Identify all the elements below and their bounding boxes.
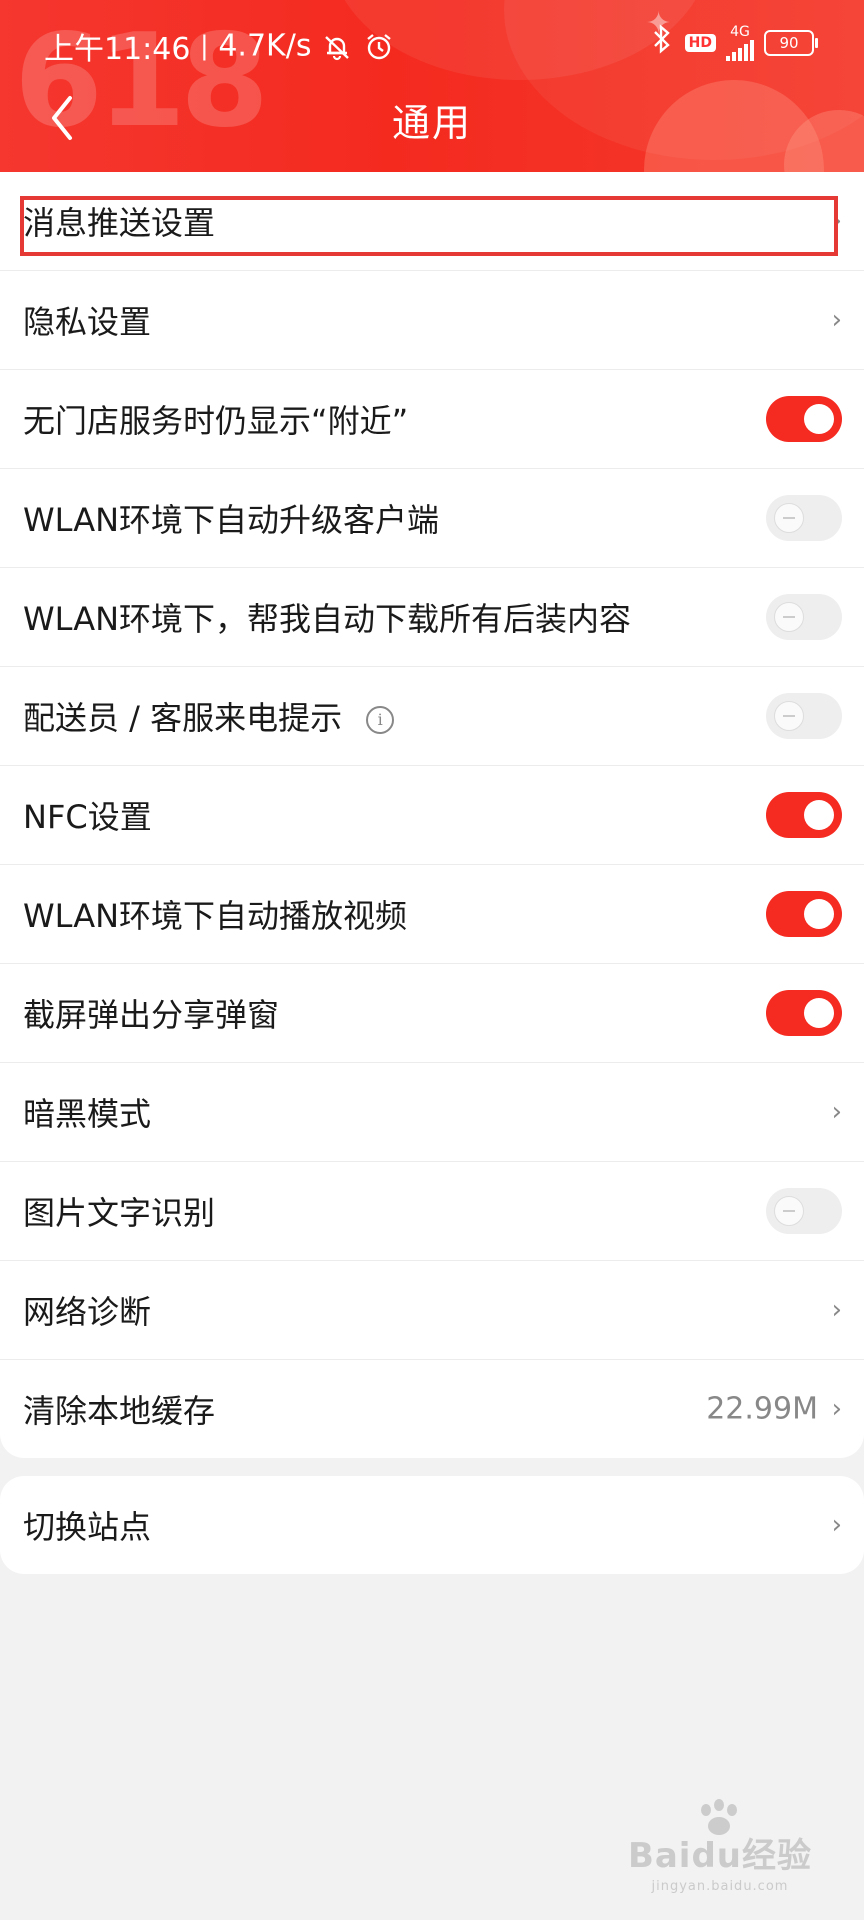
settings-row[interactable]: 无门店服务时仍显示“附近” <box>0 370 864 469</box>
row-label-text: 消息推送设置 <box>23 204 216 242</box>
toggle-switch[interactable] <box>766 693 842 739</box>
site-switch-card: 切换站点 › <box>0 1476 864 1574</box>
chevron-right-icon: › <box>831 206 842 236</box>
settings-row[interactable]: NFC设置 <box>0 766 864 865</box>
chevron-right-icon: › <box>831 1295 842 1325</box>
status-bar: 上午11:46 | 4.7K/s HD 4G 90 <box>0 18 864 67</box>
toggle-knob <box>774 701 804 731</box>
toggle-switch[interactable] <box>766 891 842 937</box>
settings-row[interactable]: WLAN环境下自动升级客户端 <box>0 469 864 568</box>
paw-icon <box>700 1799 737 1835</box>
settings-row[interactable]: 配送员 / 客服来电提示 i <box>0 667 864 766</box>
toggle-knob <box>804 800 834 830</box>
settings-row[interactable]: WLAN环境下，帮我自动下载所有后装内容 <box>0 568 864 667</box>
toggle-switch[interactable] <box>766 495 842 541</box>
settings-row[interactable]: 截屏弹出分享弹窗 <box>0 964 864 1063</box>
chevron-right-icon: › <box>831 1097 842 1127</box>
chevron-right-icon: › <box>831 1394 842 1424</box>
row-label-text: 清除本地缓存 <box>23 1392 216 1430</box>
baidu-jingyan-watermark: Baidu经验 jingyan.baidu.com <box>628 1799 812 1894</box>
settings-row[interactable]: 网络诊断 › <box>0 1261 864 1360</box>
header: ✦ 618 上午11:46 | 4.7K/s HD 4G 90 通用 <box>0 0 864 172</box>
row-label-text: 隐私设置 <box>23 303 152 341</box>
row-label: 网络诊断 <box>23 1287 151 1333</box>
toggle-knob <box>774 503 804 533</box>
row-label: 截屏弹出分享弹窗 <box>23 990 279 1036</box>
row-label-text: WLAN环境下，帮我自动下载所有后装内容 <box>23 600 632 638</box>
row-label-text: 配送员 / 客服来电提示 <box>23 699 343 737</box>
row-label-text: 截屏弹出分享弹窗 <box>23 996 280 1034</box>
settings-list: 消息推送设置 › 隐私设置 › 无门店服务时仍显示“附近” WLAN环境下自动升级客户端 W… <box>0 172 864 1458</box>
watermark-url: jingyan.baidu.com <box>651 1879 789 1894</box>
row-label-text: NFC设置 <box>23 798 152 836</box>
row-label: 切换站点 <box>23 1508 152 1546</box>
row-label: 消息推送设置 <box>23 198 215 244</box>
page-title: 通用 <box>391 101 472 145</box>
toggle-knob <box>774 1196 804 1226</box>
row-label-text: WLAN环境下自动播放视频 <box>23 897 408 935</box>
status-time: 上午11:46 <box>44 32 191 67</box>
toggle-switch[interactable] <box>766 396 842 442</box>
row-label-text: 暗黑模式 <box>23 1095 152 1133</box>
row-label-text: 无门店服务时仍显示“附近” <box>23 402 409 440</box>
toggle-knob <box>804 998 834 1028</box>
row-label-text: WLAN环境下自动升级客户端 <box>23 501 440 539</box>
chevron-right-icon: › <box>831 305 842 335</box>
settings-row[interactable]: WLAN环境下自动播放视频 <box>0 865 864 964</box>
toggle-knob <box>804 899 834 929</box>
row-label: 清除本地缓存 <box>23 1386 215 1432</box>
settings-row[interactable]: 清除本地缓存 22.99M › <box>0 1360 864 1458</box>
row-label: 配送员 / 客服来电提示 i <box>23 693 395 739</box>
row-label: 隐私设置 <box>23 297 151 343</box>
settings-row[interactable]: 隐私设置 › <box>0 271 864 370</box>
bluetooth-icon <box>649 24 675 62</box>
row-label: NFC设置 <box>23 792 152 838</box>
toggle-switch[interactable] <box>766 594 842 640</box>
settings-row-switch-site[interactable]: 切换站点 › <box>0 1476 864 1574</box>
alarm-icon <box>363 29 395 64</box>
toggle-switch[interactable] <box>766 990 842 1036</box>
hd-badge: HD <box>684 34 716 52</box>
network-type: 4G <box>730 24 750 40</box>
toggle-switch[interactable] <box>766 1188 842 1234</box>
row-label-text: 图片文字识别 <box>23 1194 216 1232</box>
row-label-text: 网络诊断 <box>23 1293 152 1331</box>
settings-row[interactable]: 消息推送设置 › <box>0 172 864 271</box>
signal-icon <box>726 39 754 61</box>
settings-row[interactable]: 图片文字识别 <box>0 1162 864 1261</box>
row-label: 暗黑模式 <box>23 1089 151 1135</box>
row-label: WLAN环境下自动升级客户端 <box>23 495 439 541</box>
status-separator: | <box>200 31 209 61</box>
chevron-right-icon: › <box>831 1510 842 1540</box>
settings-row[interactable]: 暗黑模式 › <box>0 1063 864 1162</box>
info-icon[interactable]: i <box>366 706 395 734</box>
bell-off-icon <box>321 29 363 64</box>
battery-icon: 90 <box>764 30 818 56</box>
row-label: WLAN环境下自动播放视频 <box>23 891 407 937</box>
row-label: WLAN环境下，帮我自动下载所有后装内容 <box>23 594 631 640</box>
status-net-speed: 4.7K/s <box>218 28 312 64</box>
row-label: 图片文字识别 <box>23 1188 215 1234</box>
toggle-knob <box>804 404 834 434</box>
row-label: 无门店服务时仍显示“附近” <box>23 396 408 442</box>
toggle-switch[interactable] <box>766 792 842 838</box>
row-value: 22.99M <box>706 1391 818 1427</box>
toggle-knob <box>774 602 804 632</box>
